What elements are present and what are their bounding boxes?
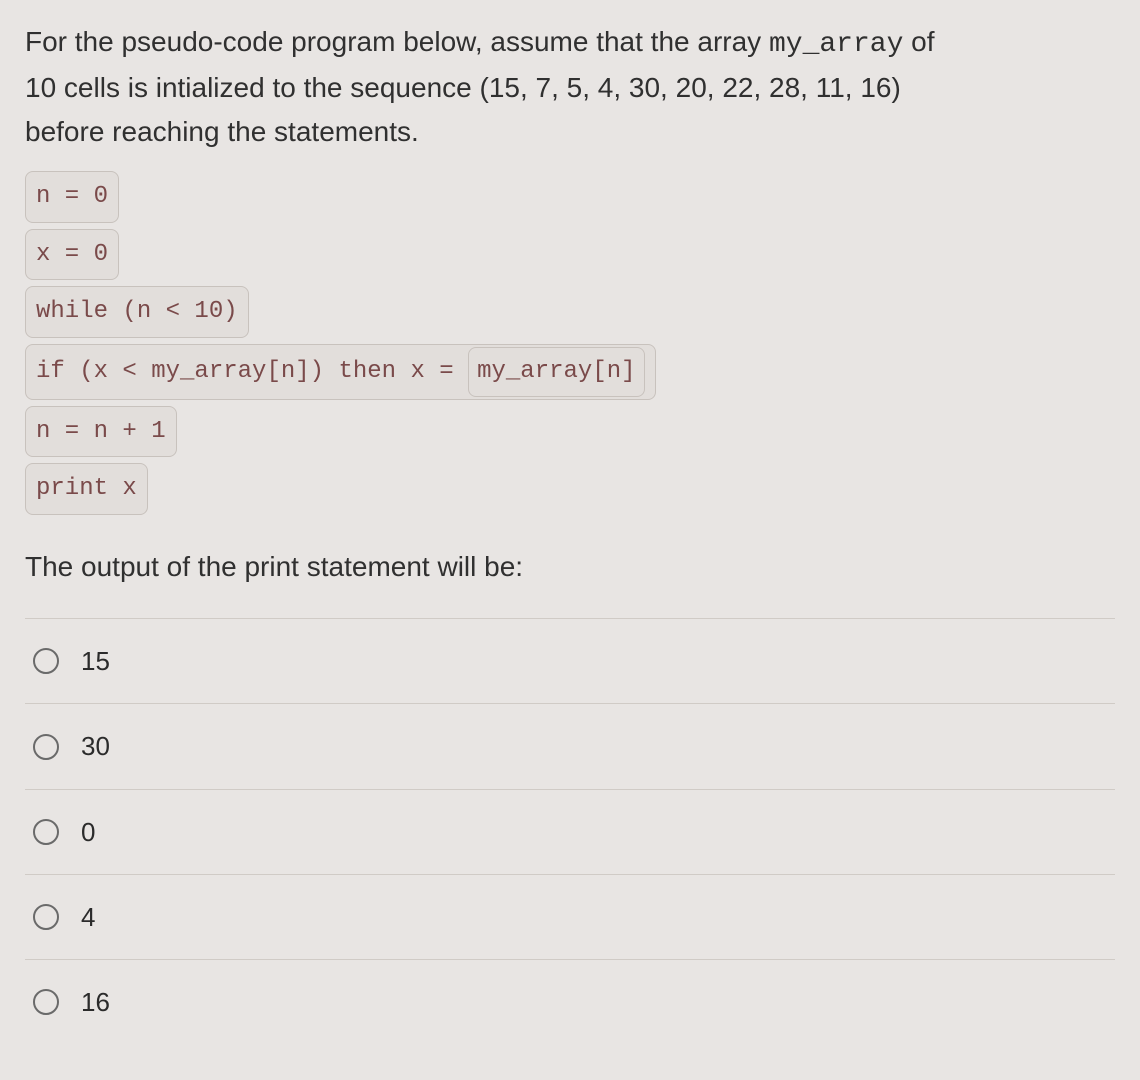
option-label: 16 [81,982,110,1022]
options-list: 15 30 0 4 16 [25,618,1115,1044]
question-part: of [903,26,934,57]
option-row[interactable]: 15 [25,618,1115,703]
code-line-3: while (n < 10) [25,286,249,338]
code-text: if (x < my_array[n]) then x = [36,358,468,385]
radio-icon[interactable] [33,648,59,674]
code-line-5: n = n + 1 [25,406,177,458]
code-inner-chip: my_array[n] [468,347,644,397]
option-row[interactable]: 0 [25,789,1115,874]
inline-code: my_array [769,29,903,60]
question-part: 10 cells is intialized to the sequence (… [25,72,901,103]
option-label: 4 [81,897,95,937]
option-row[interactable]: 4 [25,874,1115,959]
code-line-4: if (x < my_array[n]) then x = my_array[n… [25,344,656,400]
question-text: For the pseudo-code program below, assum… [25,20,1115,153]
code-line-2: x = 0 [25,229,119,281]
option-label: 30 [81,726,110,766]
option-row[interactable]: 30 [25,703,1115,788]
pseudocode-block: n = 0 x = 0 while (n < 10) if (x < my_ar… [25,171,1115,515]
option-label: 0 [81,812,95,852]
option-label: 15 [81,641,110,681]
option-row[interactable]: 16 [25,959,1115,1044]
question-part: For the pseudo-code program below, assum… [25,26,769,57]
radio-icon[interactable] [33,989,59,1015]
code-line-6: print x [25,463,148,515]
question-part: before reaching the statements. [25,116,419,147]
radio-icon[interactable] [33,734,59,760]
radio-icon[interactable] [33,904,59,930]
followup-text: The output of the print statement will b… [25,545,1115,588]
code-line-1: n = 0 [25,171,119,223]
radio-icon[interactable] [33,819,59,845]
